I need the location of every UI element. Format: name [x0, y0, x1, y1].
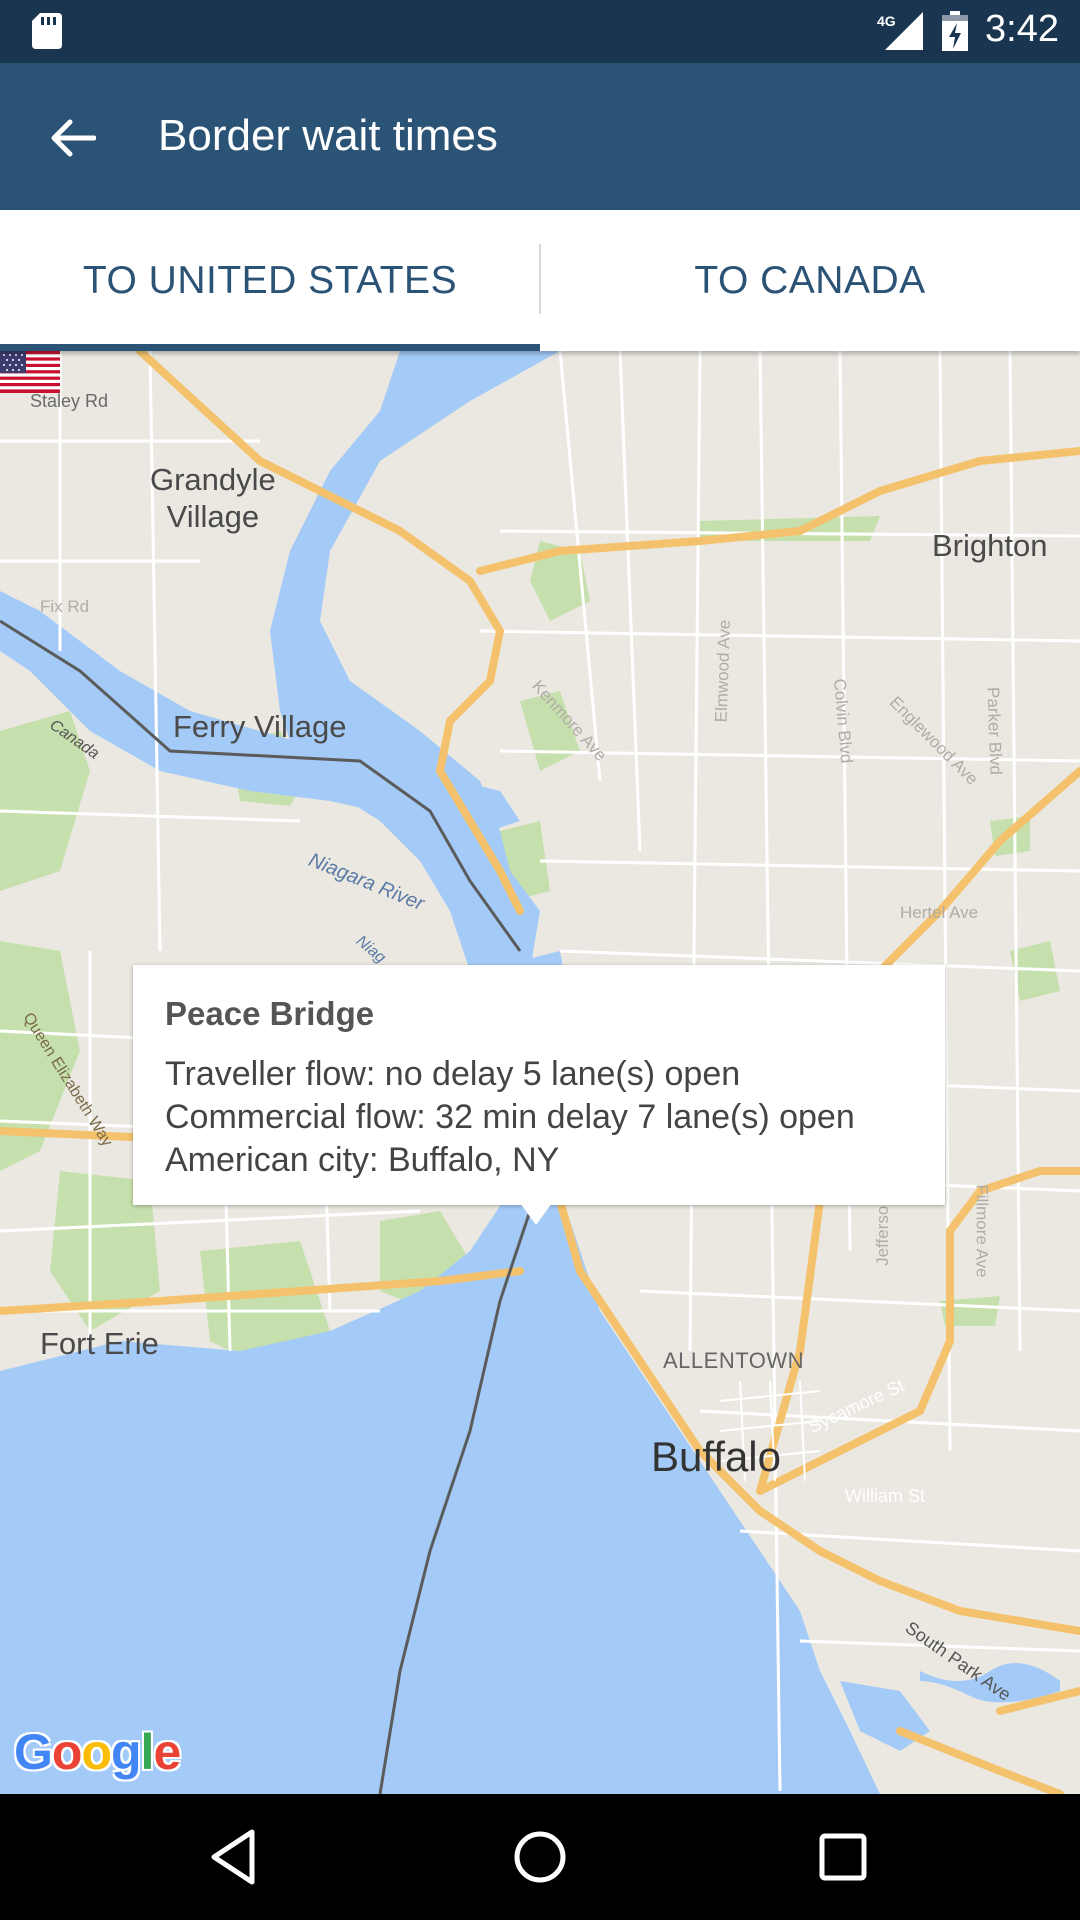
tab-to-canada[interactable]: TO CANADA: [540, 210, 1080, 351]
map-label-staley-rd: Staley Rd: [30, 391, 109, 411]
info-traveller-flow: Traveller flow: no delay 5 lane(s) open: [165, 1055, 741, 1093]
map-label-jefferson: Jefferson: [872, 1196, 892, 1266]
clock: 3:42: [985, 8, 1059, 50]
us-flag-icon[interactable]: [0, 351, 60, 393]
map-label-parker-blvd: Parker Blvd: [983, 686, 1006, 776]
app-bar: Border wait times: [0, 63, 1080, 210]
tab-selected-indicator: [0, 344, 540, 351]
network-type: 4G: [877, 13, 896, 29]
map-label-allentown: ALLENTOWN: [663, 1348, 805, 1373]
map-label-william-st: William St: [845, 1486, 925, 1506]
battery-icon: [942, 11, 968, 51]
arrow-back-icon: [51, 119, 96, 157]
page-title: Border wait times: [158, 111, 498, 160]
map-label-grandyle-village: Grandyle Village: [150, 462, 276, 534]
map-label-fix-rd: Fix Rd: [40, 597, 90, 616]
map-label-ferry-village: Ferry Village: [173, 709, 347, 744]
recents-square-icon[interactable]: [808, 1822, 878, 1892]
info-commercial-flow: Commercial flow: 32 min delay 7 lane(s) …: [165, 1098, 855, 1136]
tab-to-united-states[interactable]: TO UNITED STATES: [0, 210, 540, 351]
back-button[interactable]: [36, 101, 110, 175]
map-label-brighton: Brighton: [932, 528, 1048, 563]
sd-card-icon: [32, 13, 62, 49]
home-circle-icon[interactable]: [505, 1822, 575, 1892]
map-view[interactable]: Staley Rd Grandyle Village Fix Rd Ferry …: [0, 351, 1080, 1794]
tab-bar: TO UNITED STATES TO CANADA: [0, 210, 1080, 351]
signal-icon: 4G: [877, 12, 923, 50]
info-title: Peace Bridge: [165, 995, 375, 1032]
info-window[interactable]: Peace Bridge Traveller flow: no delay 5 …: [133, 965, 945, 1205]
map-label-elmwood-ave: Elmwood Ave: [711, 619, 735, 723]
google-logo: Google: [14, 1724, 181, 1780]
back-triangle-icon[interactable]: [200, 1822, 270, 1892]
map-label-buffalo: Buffalo: [651, 1433, 781, 1480]
status-bar: 4G 3:42: [0, 0, 1080, 63]
info-american-city: American city: Buffalo, NY: [165, 1141, 560, 1179]
system-nav-bar: [0, 1794, 1080, 1920]
map-label-fort-erie: Fort Erie: [40, 1326, 159, 1361]
map-label-fillmore-ave: Fillmore Ave: [972, 1184, 992, 1278]
info-window-pointer: [520, 1203, 552, 1225]
map-label-hertel-ave: Hertel Ave: [900, 903, 979, 922]
